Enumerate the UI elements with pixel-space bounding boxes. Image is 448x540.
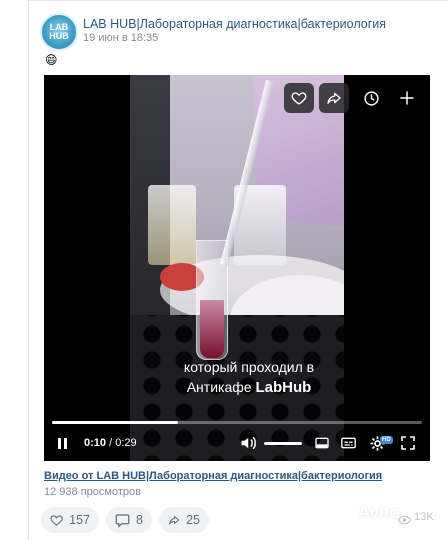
quality-badge: HD — [380, 436, 393, 444]
post-author[interactable]: LAB HUB|Лабораторная диагностика|бактери… — [83, 17, 386, 31]
progress-fill — [52, 421, 178, 424]
video-subtitles: который проходил в Антикафе LabHub — [164, 357, 334, 398]
miniplayer-button[interactable] — [314, 435, 330, 456]
post-view-count: 13K — [414, 511, 434, 523]
pause-icon — [64, 438, 67, 449]
post-date[interactable]: 19 июн в 18:35 — [83, 32, 158, 44]
duration: 0:29 — [115, 437, 137, 449]
heart-icon — [50, 515, 63, 526]
volume-icon — [241, 437, 256, 449]
share-icon — [169, 515, 180, 525]
time-display: 0:10 / 0:29 — [84, 437, 137, 449]
share-button[interactable]: 25 — [159, 507, 209, 533]
fullscreen-icon — [401, 436, 415, 450]
comment-button[interactable]: 8 — [106, 507, 152, 533]
volume-slider[interactable] — [264, 442, 302, 445]
avatar[interactable]: LAB HUB — [40, 13, 78, 51]
frame-cup — [148, 185, 196, 265]
subtitle-text: Антикафе — [186, 379, 256, 395]
heart-icon — [291, 92, 307, 105]
time-separator: / — [106, 437, 116, 449]
share-count: 25 — [186, 513, 200, 527]
watermark-text: Avito — [358, 503, 400, 522]
eye-icon — [397, 512, 412, 530]
video-like-button[interactable] — [284, 83, 314, 113]
clock-icon — [363, 90, 379, 106]
subtitle-line: Антикафе LabHub — [164, 377, 334, 398]
view-count: 12 938 просмотров — [44, 486, 141, 498]
pause-icon — [58, 438, 61, 449]
watermark-logo — [340, 504, 358, 519]
progress-bar[interactable] — [52, 421, 422, 424]
frame-liquid — [200, 300, 224, 358]
subtitle-brand: LabHub — [255, 379, 312, 396]
current-time: 0:10 — [84, 437, 107, 449]
subtitle-line: который проходил в — [183, 359, 315, 375]
pause-button[interactable] — [58, 436, 74, 452]
add-video-button[interactable] — [392, 83, 422, 113]
subtitles-icon — [341, 437, 356, 449]
plus-icon — [400, 91, 414, 105]
like-count: 157 — [69, 513, 90, 527]
avatar-text: LAB HUB — [49, 22, 69, 41]
share-icon — [327, 92, 341, 104]
comment-icon — [115, 514, 130, 528]
miniplayer-icon — [315, 437, 329, 449]
volume-button[interactable] — [240, 435, 258, 456]
video-title-link[interactable]: Видео от LAB HUB|Лабораторная диагностик… — [44, 470, 382, 482]
post-text: 😄 — [45, 53, 58, 67]
watch-later-button[interactable] — [356, 83, 386, 113]
comment-count: 8 — [136, 513, 143, 527]
watermark: Avito — [340, 503, 400, 523]
like-button[interactable]: 157 — [41, 507, 99, 533]
subtitles-button[interactable] — [340, 435, 357, 456]
video-share-button[interactable] — [319, 83, 349, 113]
fullscreen-button[interactable] — [400, 435, 416, 456]
video-player[interactable]: который проходил в Антикафе LabHub 0:10 … — [44, 75, 430, 461]
video-frame — [130, 75, 344, 461]
